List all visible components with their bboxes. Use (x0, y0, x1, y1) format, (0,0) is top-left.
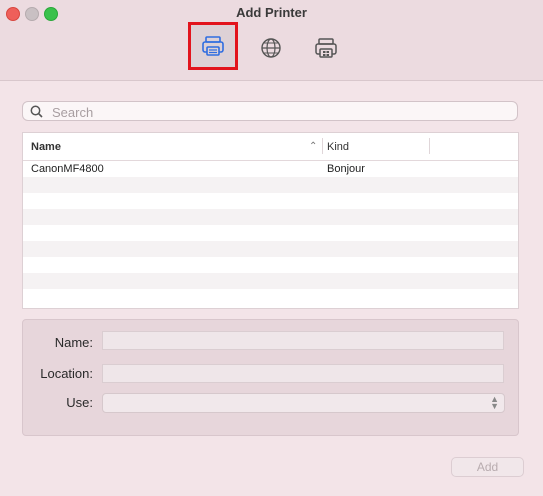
table-row (23, 289, 518, 305)
updown-chevron-icon: ▲ ▼ (490, 394, 499, 411)
printer-details-form: Name: Location: Use: ▲ ▼ (22, 319, 519, 436)
table-body: CanonMF4800 Bonjour (23, 161, 518, 305)
table-row (23, 209, 518, 225)
table-row (23, 193, 518, 209)
column-divider[interactable] (322, 138, 323, 154)
default-printer-icon (202, 36, 224, 56)
table-row (23, 241, 518, 257)
location-label: Location: (40, 366, 93, 381)
table-header: Name ⌃ Kind (23, 133, 518, 161)
column-header-kind[interactable]: Kind (327, 141, 349, 153)
add-button[interactable]: Add (451, 457, 524, 477)
table-row (23, 273, 518, 289)
table-row[interactable]: CanonMF4800 Bonjour (23, 161, 518, 177)
column-header-name[interactable]: Name (31, 141, 61, 153)
name-field[interactable] (102, 331, 504, 350)
location-field[interactable] (102, 364, 504, 383)
search-input[interactable] (50, 103, 514, 121)
name-label: Name: (54, 335, 93, 350)
windows-printer-icon (315, 38, 337, 58)
column-divider[interactable] (429, 138, 430, 154)
tab-windows-printer[interactable] (309, 30, 343, 66)
search-icon (30, 105, 43, 118)
globe-icon (261, 38, 281, 58)
search-field[interactable] (22, 101, 518, 121)
printer-name-cell: CanonMF4800 (31, 163, 104, 175)
tab-ip-printer[interactable] (254, 30, 288, 66)
table-row (23, 177, 518, 193)
sort-ascending-icon: ⌃ (309, 141, 318, 152)
printer-list[interactable]: Name ⌃ Kind CanonMF4800 Bonjour (22, 132, 519, 309)
tab-default-printer[interactable] (188, 22, 238, 70)
use-label: Use: (66, 395, 93, 410)
printer-kind-cell: Bonjour (327, 163, 365, 175)
table-row (23, 225, 518, 241)
use-select[interactable]: ▲ ▼ (102, 393, 505, 413)
window-title: Add Printer (236, 5, 307, 20)
title-bar: Add Printer (0, 0, 543, 81)
table-row (23, 257, 518, 273)
